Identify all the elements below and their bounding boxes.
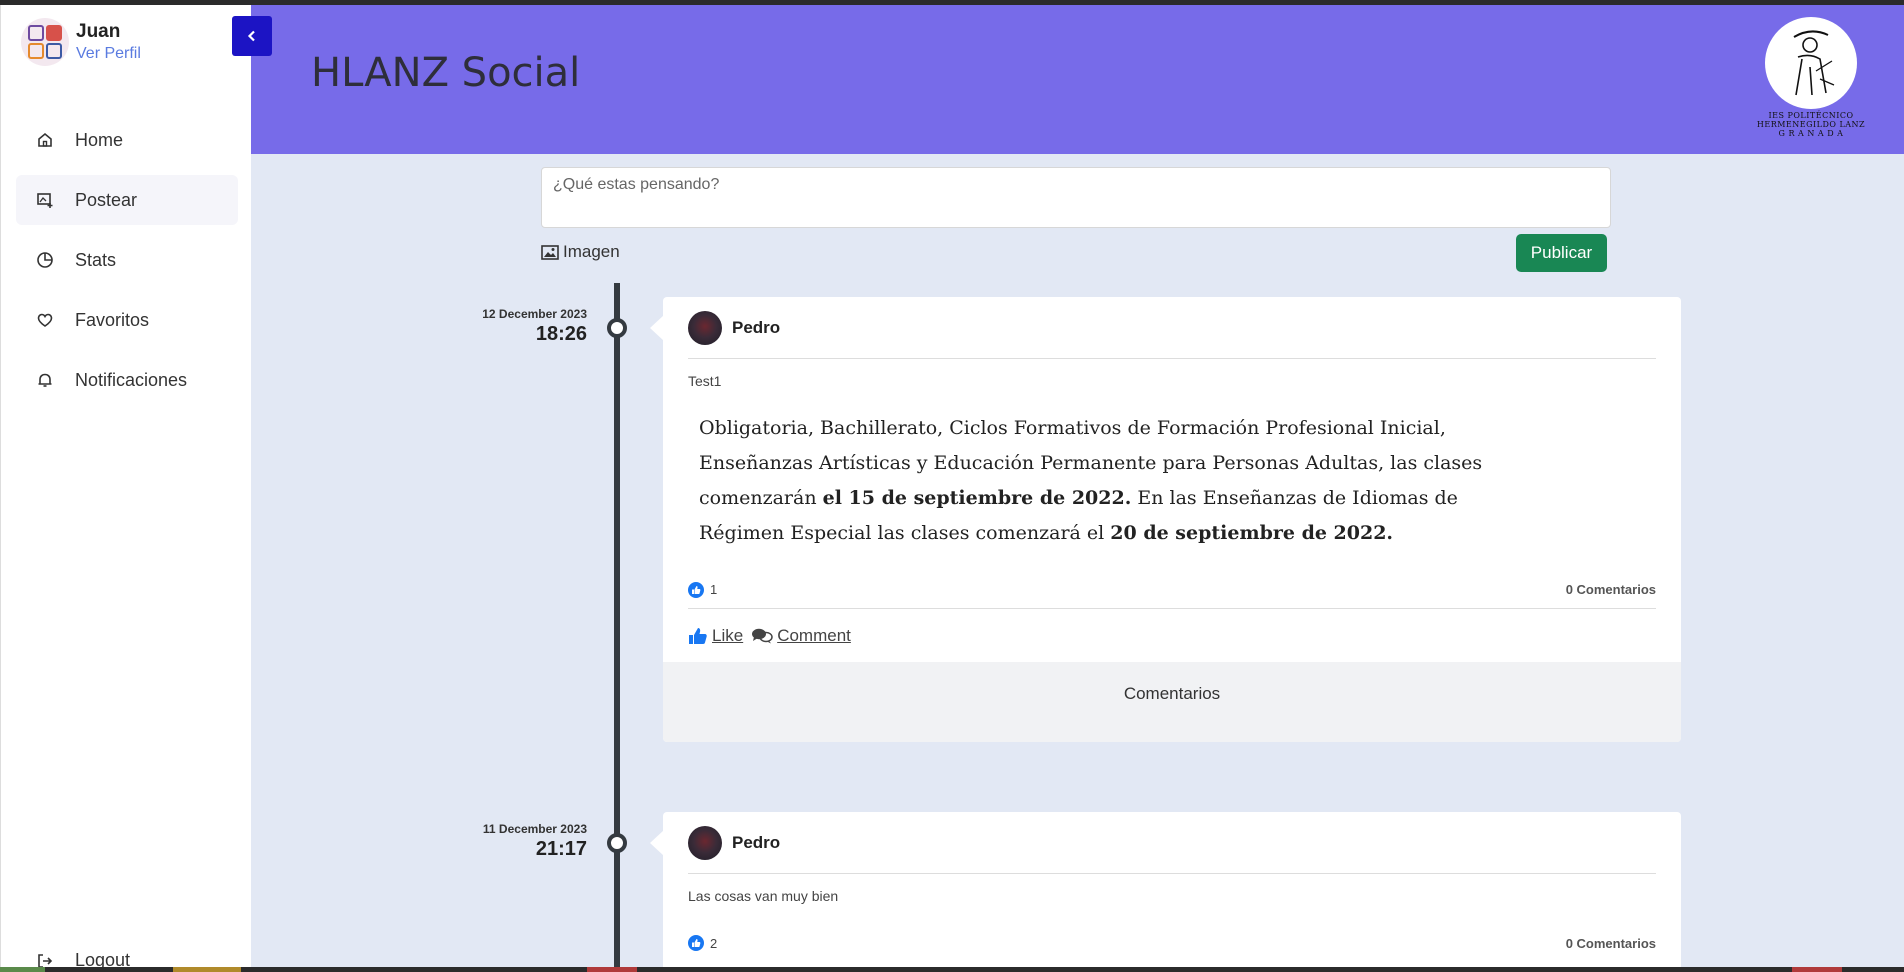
logo-text-line: HERMENEGILDO LANZ xyxy=(1756,120,1866,129)
timeline-marker xyxy=(607,318,627,338)
user-profile: Juan Ver Perfil xyxy=(21,18,141,66)
post-date: 11 December 2023 xyxy=(482,822,587,836)
school-emblem-icon xyxy=(1793,30,1835,96)
card-pointer xyxy=(650,315,664,341)
comments-icon xyxy=(752,628,773,643)
image-icon xyxy=(541,244,559,260)
publish-button[interactable]: Publicar xyxy=(1516,234,1607,272)
comment-button[interactable]: Comment xyxy=(751,626,851,646)
sidebar-item-label: Stats xyxy=(75,249,117,270)
post-body-highlight: el 15 de septiembre de 2022. xyxy=(822,487,1132,509)
logo-text-line: G R A N A D A xyxy=(1778,129,1844,138)
post-time: 21:17 xyxy=(535,838,587,860)
sidebar-item-label: Postear xyxy=(75,189,138,210)
post-composer-input[interactable]: ¿Qué estas pensando? xyxy=(541,167,1611,228)
add-image-button[interactable]: Imagen xyxy=(541,242,620,262)
sidebar-item-postear[interactable]: Postear xyxy=(16,175,238,225)
bell-icon xyxy=(36,371,54,389)
comments-title: Comentarios xyxy=(1123,684,1221,703)
view-profile-link[interactable]: Ver Perfil xyxy=(76,45,141,63)
sidebar-item-favoritos[interactable]: Favoritos xyxy=(16,295,238,345)
collapse-sidebar-button[interactable] xyxy=(232,16,272,56)
post-icon xyxy=(36,191,54,209)
like-count: 1 xyxy=(688,581,718,598)
thumbs-up-icon xyxy=(688,935,704,951)
sidebar: Juan Ver Perfil Home Postear Stats Favor… xyxy=(0,5,251,972)
post-card: Pedro Las cosas van muy bien 2 0 Comenta… xyxy=(663,812,1681,972)
image-label: Imagen xyxy=(563,242,620,261)
sidebar-item-label: Notificaciones xyxy=(75,369,188,390)
sidebar-item-home[interactable]: Home xyxy=(16,115,238,165)
school-logo: IES POLITÉCNICO HERMENEGILDO LANZ G R A … xyxy=(1746,17,1876,147)
post-body: Obligatoria, Bachillerato, Ciclos Format… xyxy=(699,411,1496,551)
timeline-marker xyxy=(607,833,627,853)
avatar[interactable] xyxy=(688,310,722,345)
like-label: Like xyxy=(712,625,744,645)
post-author[interactable]: Pedro xyxy=(732,833,780,853)
post-body-highlight: 20 de septiembre de 2022. xyxy=(1110,522,1394,544)
post-time: 18:26 xyxy=(535,323,587,345)
user-name: Juan xyxy=(76,21,121,42)
post-subtitle: Las cosas van muy bien xyxy=(688,888,839,904)
heart-icon xyxy=(36,311,54,329)
logo-text-line: IES POLITÉCNICO xyxy=(1768,111,1854,120)
thumbs-up-icon xyxy=(688,581,704,598)
avatar[interactable] xyxy=(688,825,722,860)
post-subtitle: Test1 xyxy=(688,373,722,389)
sidebar-item-label: Favoritos xyxy=(75,309,150,330)
sidebar-item-label: Home xyxy=(75,129,124,150)
post-card: Pedro Test1 Obligatoria, Bachillerato, C… xyxy=(663,297,1681,742)
post-timestamp: 12 December 2023 18:26 xyxy=(482,307,587,346)
sidebar-item-stats[interactable]: Stats xyxy=(16,235,238,285)
comment-count[interactable]: 0 Comentarios xyxy=(1566,936,1656,951)
like-button[interactable]: Like xyxy=(688,626,743,646)
chevron-left-icon xyxy=(247,30,255,42)
timeline-line xyxy=(614,283,620,972)
post-timestamp: 11 December 2023 21:17 xyxy=(483,822,587,861)
post-author[interactable]: Pedro xyxy=(732,318,780,338)
page-header: HLANZ Social IES POLITÉCNICO HERMENEGILD… xyxy=(251,5,1904,154)
stats-icon xyxy=(36,251,54,269)
like-count-value: 1 xyxy=(710,582,718,597)
page-title: HLANZ Social xyxy=(311,50,581,96)
sidebar-item-notificaciones[interactable]: Notificaciones xyxy=(16,355,238,405)
comment-label: Comment xyxy=(777,625,851,645)
post-date: 12 December 2023 xyxy=(482,307,587,321)
thumbs-up-icon xyxy=(689,627,707,644)
card-pointer xyxy=(650,830,664,856)
window-bottom-strip xyxy=(0,967,1904,972)
like-count: 2 xyxy=(688,935,717,951)
window-top-strip xyxy=(0,0,1904,5)
comment-count[interactable]: 0 Comentarios xyxy=(1566,582,1656,597)
like-count-value: 2 xyxy=(710,935,718,951)
home-icon xyxy=(36,131,54,149)
avatar[interactable] xyxy=(21,18,69,66)
sidebar-nav: Home Postear Stats Favoritos Notificacio… xyxy=(16,115,238,415)
comments-section: Comentarios xyxy=(663,662,1681,742)
